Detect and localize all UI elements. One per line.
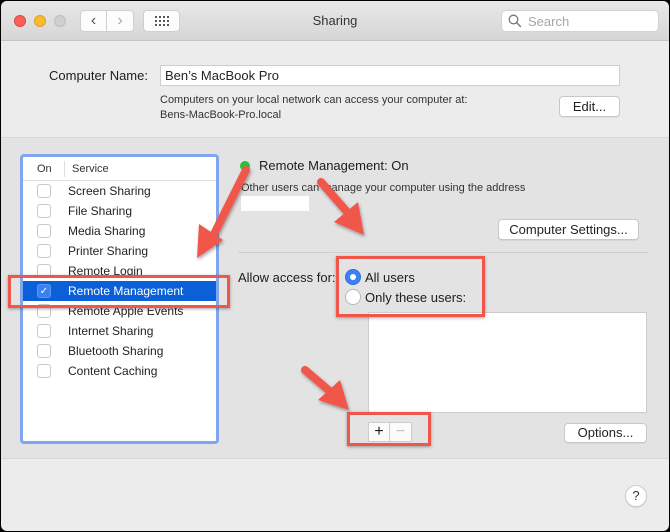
service-row[interactable]: File Sharing (23, 201, 216, 221)
service-label: Screen Sharing (68, 184, 151, 198)
checkbox-unchecked[interactable] (37, 364, 51, 378)
search-field[interactable] (501, 10, 659, 32)
service-label: Media Sharing (68, 224, 146, 238)
service-label: Printer Sharing (68, 244, 149, 258)
checkbox-unchecked[interactable] (37, 244, 51, 258)
service-label: Content Caching (68, 364, 158, 378)
service-row[interactable]: Screen Sharing (23, 181, 216, 201)
service-label: File Sharing (68, 204, 133, 218)
local-access-text: Computers on your local network can acce… (160, 94, 468, 106)
service-row[interactable]: Bluetooth Sharing (23, 341, 216, 361)
search-icon (508, 14, 522, 28)
annotation-highlight-access-radios (336, 256, 485, 317)
search-input[interactable] (528, 13, 648, 29)
local-hostname: Bens-MacBook-Pro.local (160, 109, 282, 121)
sharing-window: ‹ › Sharing Computer Name: Computers on … (1, 1, 669, 531)
checkbox-unchecked[interactable] (37, 344, 51, 358)
service-list-header: On Service (23, 157, 216, 181)
title-bar: ‹ › Sharing (1, 1, 669, 41)
status-indicator-icon (240, 161, 250, 171)
annotation-highlight-add-remove (347, 412, 431, 446)
allowed-users-list[interactable] (368, 312, 647, 413)
edit-button[interactable]: Edit... (559, 96, 620, 117)
column-header-on[interactable]: On (23, 160, 65, 177)
divider (238, 252, 648, 253)
computer-settings-button[interactable]: Computer Settings... (498, 219, 639, 240)
service-row[interactable]: Content Caching (23, 361, 216, 381)
checkbox-unchecked[interactable] (37, 184, 51, 198)
service-label: Bluetooth Sharing (68, 344, 164, 358)
service-row[interactable]: Printer Sharing (23, 241, 216, 261)
redacted-address (241, 196, 309, 211)
service-label: Internet Sharing (68, 324, 154, 338)
computer-name-label: Computer Name: (49, 68, 148, 83)
help-button[interactable]: ? (625, 485, 647, 507)
options-button[interactable]: Options... (564, 423, 647, 443)
service-row[interactable]: Media Sharing (23, 221, 216, 241)
column-header-service[interactable]: Service (65, 163, 109, 175)
annotation-highlight-remote-management (8, 275, 230, 308)
computer-name-description: Computers on your local network can acce… (160, 93, 468, 123)
checkbox-unchecked[interactable] (37, 204, 51, 218)
allow-access-label: Allow access for: (238, 270, 336, 285)
checkbox-unchecked[interactable] (37, 224, 51, 238)
computer-name-field[interactable] (160, 65, 620, 86)
service-status-description: Other users can manage your computer usi… (241, 182, 526, 194)
service-status-title: Remote Management: On (259, 158, 409, 173)
checkbox-unchecked[interactable] (37, 324, 51, 338)
service-row[interactable]: Internet Sharing (23, 321, 216, 341)
